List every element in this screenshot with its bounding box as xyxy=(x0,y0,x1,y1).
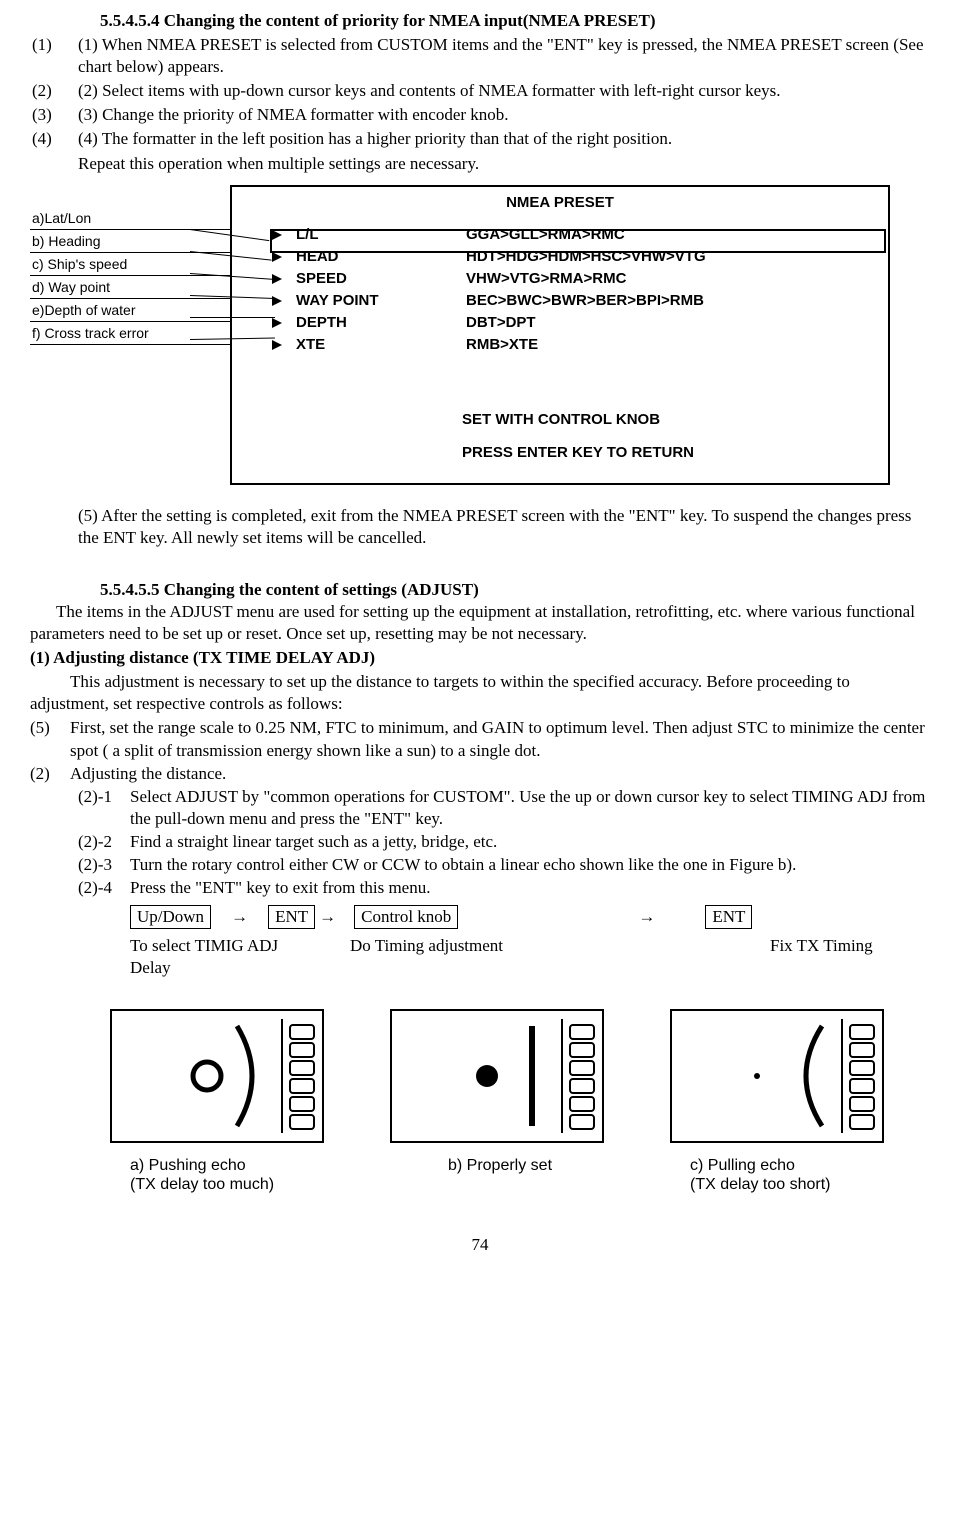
page-number: 74 xyxy=(30,1234,930,1256)
list-text: (3) Change the priority of NMEA formatte… xyxy=(72,104,930,126)
preset-c2: HDT>HDG>HDM>HSC>VHW>VTG xyxy=(466,247,888,267)
step-text: Adjusting the distance. xyxy=(70,763,930,785)
adjust-substeps: (2)-1Select ADJUST by "common operations… xyxy=(78,786,930,899)
key-control-knob: Control knob xyxy=(354,905,458,929)
key-updown: Up/Down xyxy=(130,905,211,929)
preset-row-depth: DEPTHDBT>DPT xyxy=(232,312,888,334)
keyseq-caption: Do Timing adjustment xyxy=(350,935,680,979)
triangle-icon xyxy=(272,340,282,350)
list-text: (1) When NMEA PRESET is selected from CU… xyxy=(72,34,930,78)
label-lat-lon: a)Lat/Lon xyxy=(30,207,230,230)
key-sequence: Up/Down → ENT → Control knob → ENT To se… xyxy=(130,905,930,979)
triangle-icon xyxy=(272,318,282,328)
list-num: (3) xyxy=(30,104,72,126)
preset-title: NMEA PRESET xyxy=(232,187,888,219)
preset-c2: DBT>DPT xyxy=(466,313,888,333)
list-text: (2) Select items with up-down cursor key… xyxy=(72,80,930,102)
label-xte: f) Cross track error xyxy=(30,322,230,345)
list-nmea-preset: (1)(1) When NMEA PRESET is selected from… xyxy=(30,34,930,150)
step-num: (5) xyxy=(30,717,70,761)
preset-footer-line1: SET WITH CONTROL KNOB xyxy=(462,403,694,436)
preset-box: NMEA PRESET L/LGGA>GLL>RMA>RMC HEADHDT>H… xyxy=(230,185,890,485)
keyseq-caption: To select TIMIG ADJ xyxy=(130,935,350,957)
preset-row-xte: XTERMB>XTE xyxy=(232,334,888,356)
preset-c1: HEAD xyxy=(296,247,466,267)
list-text: (4) The formatter in the left position h… xyxy=(72,128,930,150)
preset-c1: WAY POINT xyxy=(296,291,466,311)
diagram-caption: c) Pulling echo xyxy=(690,1156,890,1175)
tx-time-intro: This adjustment is necessary to set up t… xyxy=(30,671,930,715)
list-num: (2) xyxy=(30,80,72,102)
step-num: (2) xyxy=(30,763,70,785)
echo-diagrams: a) Pushing echo (TX delay too much) b) P… xyxy=(110,1009,930,1193)
list-num: (1) xyxy=(30,34,72,78)
section-heading-adjust: 5.5.4.5.5 Changing the content of settin… xyxy=(100,579,930,601)
diagram-caption: (TX delay too much) xyxy=(130,1175,330,1194)
arrow-icon: → xyxy=(315,906,340,928)
step-text: First, set the range scale to 0.25 NM, F… xyxy=(70,717,930,761)
triangle-icon xyxy=(272,252,282,262)
arrow-icon: → xyxy=(638,906,655,928)
preset-row-speed: SPEEDVHW>VTG>RMA>RMC xyxy=(232,268,888,290)
substep-num: (2)-3 xyxy=(78,854,130,876)
preset-c2: VHW>VTG>RMA>RMC xyxy=(466,269,888,289)
preset-row-head: HEADHDT>HDG>HDM>HSC>VHW>VTG xyxy=(232,246,888,268)
keyseq-caption: Fix TX Timing xyxy=(680,935,930,979)
preset-c1: XTE xyxy=(296,335,466,355)
label-depth: e)Depth of water xyxy=(30,299,230,322)
preset-c2: GGA>GLL>RMA>RMC xyxy=(466,225,888,245)
preset-left-labels: a)Lat/Lon b) Heading c) Ship's speed d) … xyxy=(30,207,230,345)
preset-row-wpt: WAY POINTBEC>BWC>BWR>BER>BPI>RMB xyxy=(232,290,888,312)
preset-c1: L/L xyxy=(296,225,466,245)
properly-set-svg xyxy=(390,1009,604,1143)
substep-text: Select ADJUST by "common operations for … xyxy=(130,786,930,830)
diagram-caption: (TX delay too short) xyxy=(690,1175,890,1194)
list-num: (4) xyxy=(30,128,72,150)
triangle-icon xyxy=(272,274,282,284)
substep-text: Find a straight linear target such as a … xyxy=(130,831,930,853)
triangle-icon xyxy=(272,230,282,240)
preset-c2: BEC>BWC>BWR>BER>BPI>RMB xyxy=(466,291,888,311)
label-heading: b) Heading xyxy=(30,230,230,253)
after-preset-text: (5) After the setting is completed, exit… xyxy=(78,505,930,549)
key-ent: ENT xyxy=(705,905,752,929)
substep-num: (2)-4 xyxy=(78,877,130,899)
diagram-caption: a) Pushing echo xyxy=(130,1156,330,1175)
preset-row-ll: L/LGGA>GLL>RMA>RMC xyxy=(232,224,888,246)
tx-time-heading: (1) Adjusting distance (TX TIME DELAY AD… xyxy=(30,647,930,669)
diagram-pulling-echo: c) Pulling echo (TX delay too short) xyxy=(670,1009,890,1193)
diagram-properly-set: b) Properly set xyxy=(390,1009,610,1193)
preset-c2: RMB>XTE xyxy=(466,335,888,355)
triangle-icon xyxy=(272,296,282,306)
substep-num: (2)-2 xyxy=(78,831,130,853)
preset-c1: DEPTH xyxy=(296,313,466,333)
preset-c1: SPEED xyxy=(296,269,466,289)
pulling-echo-svg xyxy=(670,1009,884,1143)
substep-text: Press the "ENT" key to exit from this me… xyxy=(130,877,930,899)
adjust-steps: (5)First, set the range scale to 0.25 NM… xyxy=(30,717,930,784)
substep-num: (2)-1 xyxy=(78,786,130,830)
section-heading-nmea-preset: 5.5.4.5.4 Changing the content of priori… xyxy=(100,10,930,32)
key-ent: ENT xyxy=(268,905,315,929)
keyseq-caption: Delay xyxy=(130,957,350,979)
pushing-echo-svg xyxy=(110,1009,324,1143)
nmea-preset-diagram: a)Lat/Lon b) Heading c) Ship's speed d) … xyxy=(30,185,930,485)
repeat-text: Repeat this operation when multiple sett… xyxy=(78,153,930,175)
label-speed: c) Ship's speed xyxy=(30,253,230,276)
preset-footer: SET WITH CONTROL KNOB PRESS ENTER KEY TO… xyxy=(462,403,694,469)
adjust-intro: The items in the ADJUST menu are used fo… xyxy=(30,601,930,645)
substep-text: Turn the rotary control either CW or CCW… xyxy=(130,854,930,876)
diagram-pushing-echo: a) Pushing echo (TX delay too much) xyxy=(110,1009,330,1193)
diagram-caption: b) Properly set xyxy=(390,1156,610,1175)
arrow-icon: → xyxy=(211,906,268,928)
preset-footer-line2: PRESS ENTER KEY TO RETURN xyxy=(462,436,694,469)
